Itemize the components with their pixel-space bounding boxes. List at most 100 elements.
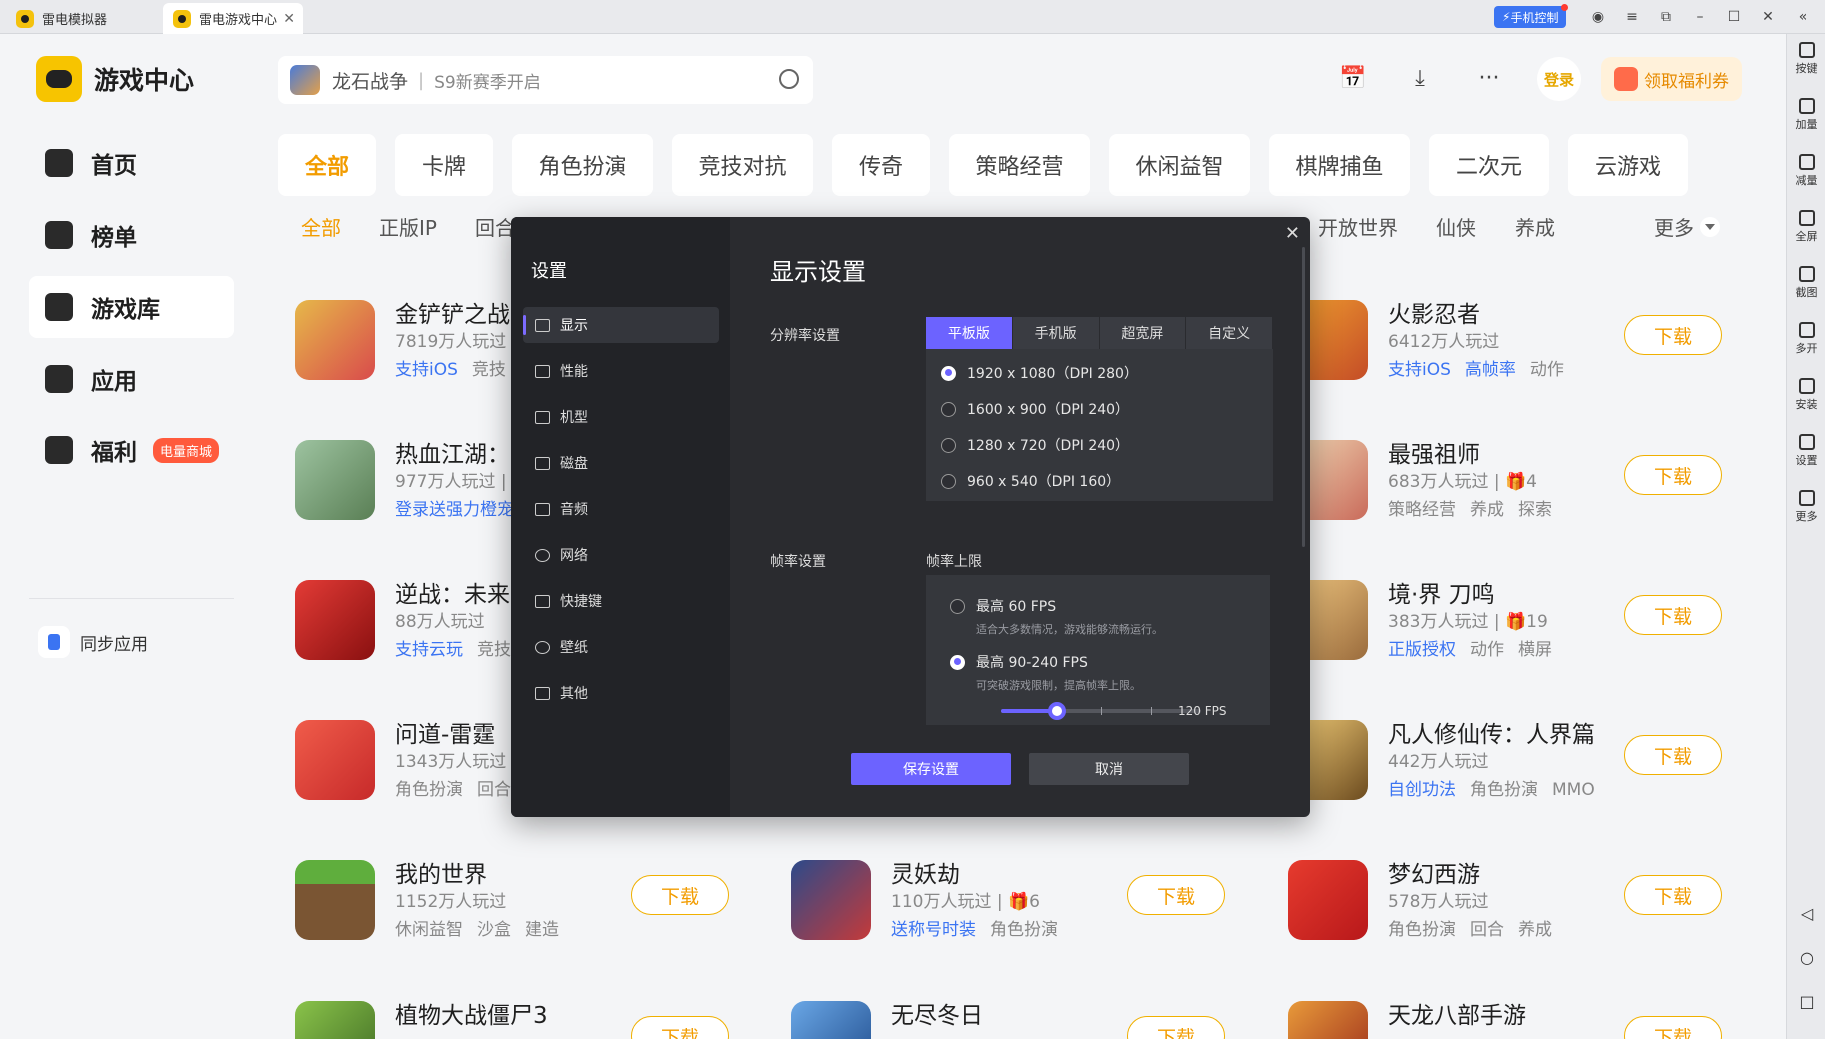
- download-button[interactable]: 下载: [1624, 735, 1722, 775]
- fps-slider[interactable]: [1001, 702, 1201, 720]
- game-card[interactable]: 梦幻西游 578万人玩过 角色扮演 回合 养成 下载: [1288, 855, 1738, 945]
- close-tab-icon[interactable]: ✕: [283, 11, 295, 27]
- back-icon[interactable]: ◁: [1799, 906, 1815, 922]
- settings-tab-network[interactable]: 网络: [523, 537, 719, 573]
- sidebar-item-home[interactable]: 首页: [29, 132, 234, 194]
- game-card[interactable]: 植物大战僵尸3 下载: [295, 996, 745, 1039]
- game-card[interactable]: 境·界 刀鸣 383万人玩过 | 🎁19 正版授权 动作 横屏 下载: [1288, 575, 1738, 665]
- sync-apps-button[interactable]: 同步应用: [38, 626, 148, 658]
- maximize-icon[interactable]: ☐: [1724, 7, 1744, 27]
- minimize-icon[interactable]: –: [1690, 7, 1710, 27]
- settings-button[interactable]: 设置: [1787, 434, 1825, 468]
- mode-custom[interactable]: 自定义: [1186, 317, 1273, 349]
- game-card[interactable]: 我的世界 1152万人玩过 休闲益智 沙盒 建造 下载: [295, 855, 745, 945]
- settings-tab-other[interactable]: 其他: [523, 675, 719, 711]
- game-card[interactable]: 天龙八部手游 下载: [1288, 996, 1738, 1039]
- download-icon[interactable]: ⤓: [1406, 66, 1434, 92]
- subcategory-turn[interactable]: 回合: [475, 212, 515, 241]
- download-button[interactable]: 下载: [1127, 875, 1225, 915]
- settings-tab-display[interactable]: 显示: [523, 307, 719, 343]
- game-card[interactable]: 无尽冬日 下载: [791, 996, 1241, 1039]
- fps-option-60[interactable]: 最高 60 FPS: [950, 596, 1056, 616]
- settings-tab-performance[interactable]: 性能: [523, 353, 719, 389]
- settings-scrollbar[interactable]: [1302, 247, 1305, 547]
- sidebar-item-apps[interactable]: 应用: [29, 348, 234, 410]
- tab-emulator[interactable]: 雷电模拟器: [6, 3, 160, 34]
- settings-tab-disk[interactable]: 磁盘: [523, 445, 719, 481]
- category-cloud[interactable]: 云游戏: [1568, 134, 1688, 196]
- account-icon[interactable]: ◉: [1588, 7, 1608, 27]
- more-button[interactable]: 更多: [1787, 490, 1825, 524]
- resolution-option-960[interactable]: 960 x 540（DPI 160）: [941, 471, 1120, 491]
- category-anime[interactable]: 二次元: [1429, 134, 1549, 196]
- multi-instance-button[interactable]: 多开: [1787, 322, 1825, 356]
- fps-option-high[interactable]: 最高 90-240 FPS: [950, 652, 1088, 672]
- category-legend[interactable]: 传奇: [832, 134, 930, 196]
- download-button[interactable]: 下载: [1624, 875, 1722, 915]
- keymap-button[interactable]: 按键: [1787, 42, 1825, 76]
- game-card[interactable]: 凡人修仙传：人界篇 442万人玩过 自创功法 角色扮演 MMO 下载: [1288, 715, 1738, 805]
- more-categories[interactable]: 更多: [1654, 212, 1720, 241]
- category-competitive[interactable]: 竞技对抗: [672, 134, 813, 196]
- download-button[interactable]: 下载: [1624, 315, 1722, 355]
- save-settings-button[interactable]: 保存设置: [851, 753, 1011, 785]
- resolution-option-1280[interactable]: 1280 x 720（DPI 240）: [941, 435, 1129, 455]
- volume-up-button[interactable]: 加量: [1787, 98, 1825, 132]
- settings-tab-model[interactable]: 机型: [523, 399, 719, 435]
- category-rpg[interactable]: 角色扮演: [512, 134, 653, 196]
- category-card[interactable]: 卡牌: [395, 134, 493, 196]
- search-bar[interactable]: 龙石战争 | S9新赛季开启: [278, 56, 813, 104]
- home-icon[interactable]: ○: [1799, 950, 1815, 966]
- settings-tab-wallpaper[interactable]: 壁纸: [523, 629, 719, 665]
- toolbar-label: 全屏: [1795, 230, 1818, 243]
- mode-phone[interactable]: 手机版: [1012, 317, 1100, 349]
- cancel-button[interactable]: 取消: [1029, 753, 1189, 785]
- download-button[interactable]: 下载: [1624, 455, 1722, 495]
- fullscreen-button[interactable]: 全屏: [1787, 210, 1825, 244]
- close-dialog-icon[interactable]: ✕: [1285, 223, 1300, 244]
- game-card[interactable]: 灵妖劫 110万人玩过 | 🎁6 送称号时装 角色扮演 下载: [791, 855, 1241, 945]
- sidebar-item-ranking[interactable]: 榜单: [29, 204, 234, 266]
- subcategory-ip[interactable]: 正版IP: [379, 212, 437, 241]
- mode-tablet[interactable]: 平板版: [926, 317, 1013, 349]
- mode-ultrawide[interactable]: 超宽屏: [1099, 317, 1187, 349]
- download-button[interactable]: 下载: [1127, 1016, 1225, 1039]
- subcategory-xianxia[interactable]: 仙侠: [1436, 212, 1476, 241]
- close-window-icon[interactable]: ✕: [1758, 7, 1778, 27]
- volume-down-button[interactable]: 减量: [1787, 154, 1825, 188]
- download-button[interactable]: 下载: [1624, 595, 1722, 635]
- fps-slider-handle[interactable]: [1048, 702, 1066, 720]
- download-button[interactable]: 下载: [631, 1016, 729, 1039]
- phone-control-button[interactable]: ⚡ 手机控制: [1494, 4, 1569, 28]
- category-strategy[interactable]: 策略经营: [949, 134, 1090, 196]
- settings-tab-audio[interactable]: 音频: [523, 491, 719, 527]
- calendar-icon[interactable]: 📅: [1339, 66, 1367, 92]
- sidebar-item-welfare[interactable]: 福利 电量商城: [29, 419, 234, 481]
- subcategory-growth[interactable]: 养成: [1515, 212, 1555, 241]
- game-tags: 支持iOS 高帧率 动作: [1388, 355, 1578, 380]
- download-button[interactable]: 下载: [631, 875, 729, 915]
- screen-icon[interactable]: ⧉: [1656, 7, 1676, 27]
- more-dots-icon[interactable]: ···: [1475, 66, 1503, 92]
- collapse-sidebar-icon[interactable]: «: [1793, 7, 1813, 27]
- category-board[interactable]: 棋牌捕鱼: [1269, 134, 1410, 196]
- resolution-option-1600[interactable]: 1600 x 900（DPI 240）: [941, 399, 1129, 419]
- recent-apps-icon[interactable]: □: [1799, 994, 1815, 1010]
- coupon-button[interactable]: 领取福利券: [1601, 57, 1742, 101]
- login-button[interactable]: 登录: [1537, 57, 1581, 101]
- menu-icon[interactable]: ≡: [1622, 7, 1642, 27]
- settings-tab-shortcuts[interactable]: 快捷键: [523, 583, 719, 619]
- tab-game-center[interactable]: 雷电游戏中心 ✕: [163, 3, 303, 34]
- search-icon[interactable]: [779, 69, 799, 89]
- install-button[interactable]: 安装: [1787, 378, 1825, 412]
- subcategory-open-world[interactable]: 开放世界: [1318, 212, 1398, 241]
- game-card[interactable]: 最强祖师 683万人玩过 | 🎁4 策略经营 养成 探索 下载: [1288, 435, 1738, 525]
- category-all[interactable]: 全部: [278, 134, 376, 196]
- subcategory-all[interactable]: 全部: [301, 212, 341, 241]
- download-button[interactable]: 下载: [1624, 1016, 1722, 1039]
- screenshot-button[interactable]: 截图: [1787, 266, 1825, 300]
- sidebar-item-game-library[interactable]: 游戏库: [29, 276, 234, 338]
- game-card[interactable]: 火影忍者 6412万人玩过 支持iOS 高帧率 动作 下载: [1288, 295, 1738, 385]
- resolution-option-1920[interactable]: 1920 x 1080（DPI 280）: [941, 363, 1138, 383]
- category-casual[interactable]: 休闲益智: [1109, 134, 1250, 196]
